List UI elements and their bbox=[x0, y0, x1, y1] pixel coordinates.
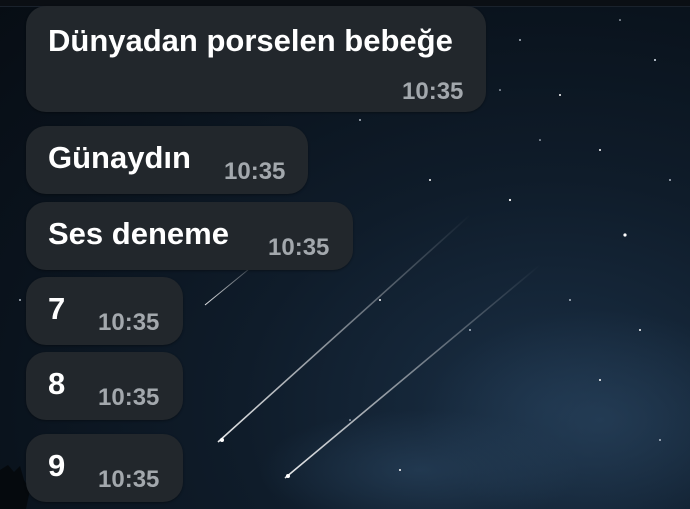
star bbox=[286, 474, 290, 478]
star bbox=[349, 419, 351, 421]
star bbox=[499, 89, 501, 91]
star bbox=[623, 233, 627, 237]
star bbox=[559, 94, 561, 96]
message-bubble[interactable]: Günaydın 10:35 bbox=[26, 126, 308, 194]
star bbox=[519, 39, 521, 41]
message-text: Ses deneme bbox=[48, 216, 229, 251]
cloud-glow bbox=[260, 410, 580, 509]
star bbox=[508, 198, 512, 202]
star bbox=[619, 19, 621, 21]
star bbox=[539, 139, 541, 141]
message-bubble[interactable]: 7 10:35 bbox=[26, 277, 183, 345]
shooting-star bbox=[284, 264, 541, 479]
message-bubble[interactable]: Ses deneme 10:35 bbox=[26, 202, 353, 270]
message-bubble[interactable]: 8 10:35 bbox=[26, 352, 183, 420]
message-text: Dünyadan porselen bebeğe bbox=[48, 23, 453, 58]
star bbox=[639, 329, 641, 331]
message-time: 10:35 bbox=[224, 158, 286, 185]
message-text: 9 bbox=[48, 448, 66, 483]
star bbox=[669, 179, 671, 181]
star bbox=[379, 299, 381, 301]
message-time: 10:35 bbox=[402, 78, 464, 105]
message-bubble[interactable]: 9 10:35 bbox=[26, 434, 183, 502]
star bbox=[220, 438, 224, 442]
star bbox=[654, 59, 656, 61]
message-time: 10:35 bbox=[268, 234, 330, 261]
star bbox=[469, 329, 471, 331]
message-time: 10:35 bbox=[98, 384, 160, 411]
message-time: 10:35 bbox=[98, 309, 160, 336]
message-text: 7 bbox=[48, 291, 66, 326]
star bbox=[399, 469, 401, 471]
message-text: Günaydın bbox=[48, 140, 191, 175]
star bbox=[599, 149, 601, 151]
cloud-glow bbox=[420, 310, 690, 509]
star bbox=[19, 299, 21, 301]
star bbox=[429, 179, 431, 181]
star bbox=[659, 439, 661, 441]
message-time: 10:35 bbox=[98, 466, 160, 493]
message-text: 8 bbox=[48, 366, 66, 401]
star bbox=[359, 119, 361, 121]
star bbox=[599, 379, 601, 381]
message-bubble[interactable]: Dünyadan porselen bebeğe 10:35 bbox=[26, 6, 486, 112]
star bbox=[569, 299, 571, 301]
